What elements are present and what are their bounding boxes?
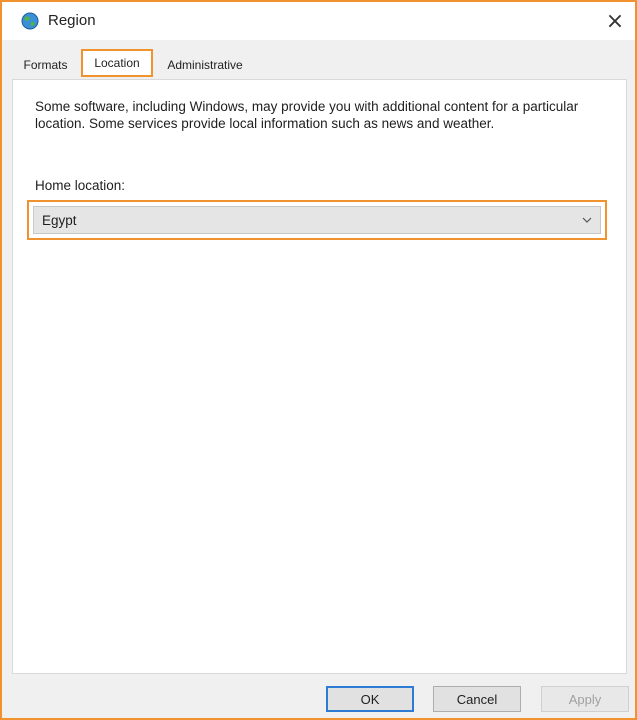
tab-formats[interactable]: Formats xyxy=(12,53,79,77)
tab-administrative[interactable]: Administrative xyxy=(155,53,255,77)
apply-button[interactable]: Apply xyxy=(541,686,629,712)
region-dialog: Region × Formats Location Administrative… xyxy=(0,0,637,720)
home-location-highlight: Egypt xyxy=(27,200,607,240)
window-title: Region xyxy=(48,12,96,29)
close-icon: × xyxy=(605,8,625,34)
location-description: Some software, including Windows, may pr… xyxy=(35,99,579,131)
home-location-value: Egypt xyxy=(42,213,77,228)
cancel-button[interactable]: Cancel xyxy=(433,686,521,712)
home-location-label: Home location: xyxy=(35,178,126,193)
ok-button[interactable]: OK xyxy=(326,686,414,712)
tab-location[interactable]: Location xyxy=(81,49,153,77)
close-button[interactable]: × xyxy=(595,2,635,40)
globe-icon xyxy=(21,12,39,30)
chevron-down-icon xyxy=(582,217,592,223)
title-bar: Region × xyxy=(2,2,635,40)
location-tab-panel: Some software, including Windows, may pr… xyxy=(12,79,627,674)
home-location-dropdown[interactable]: Egypt xyxy=(33,206,601,234)
